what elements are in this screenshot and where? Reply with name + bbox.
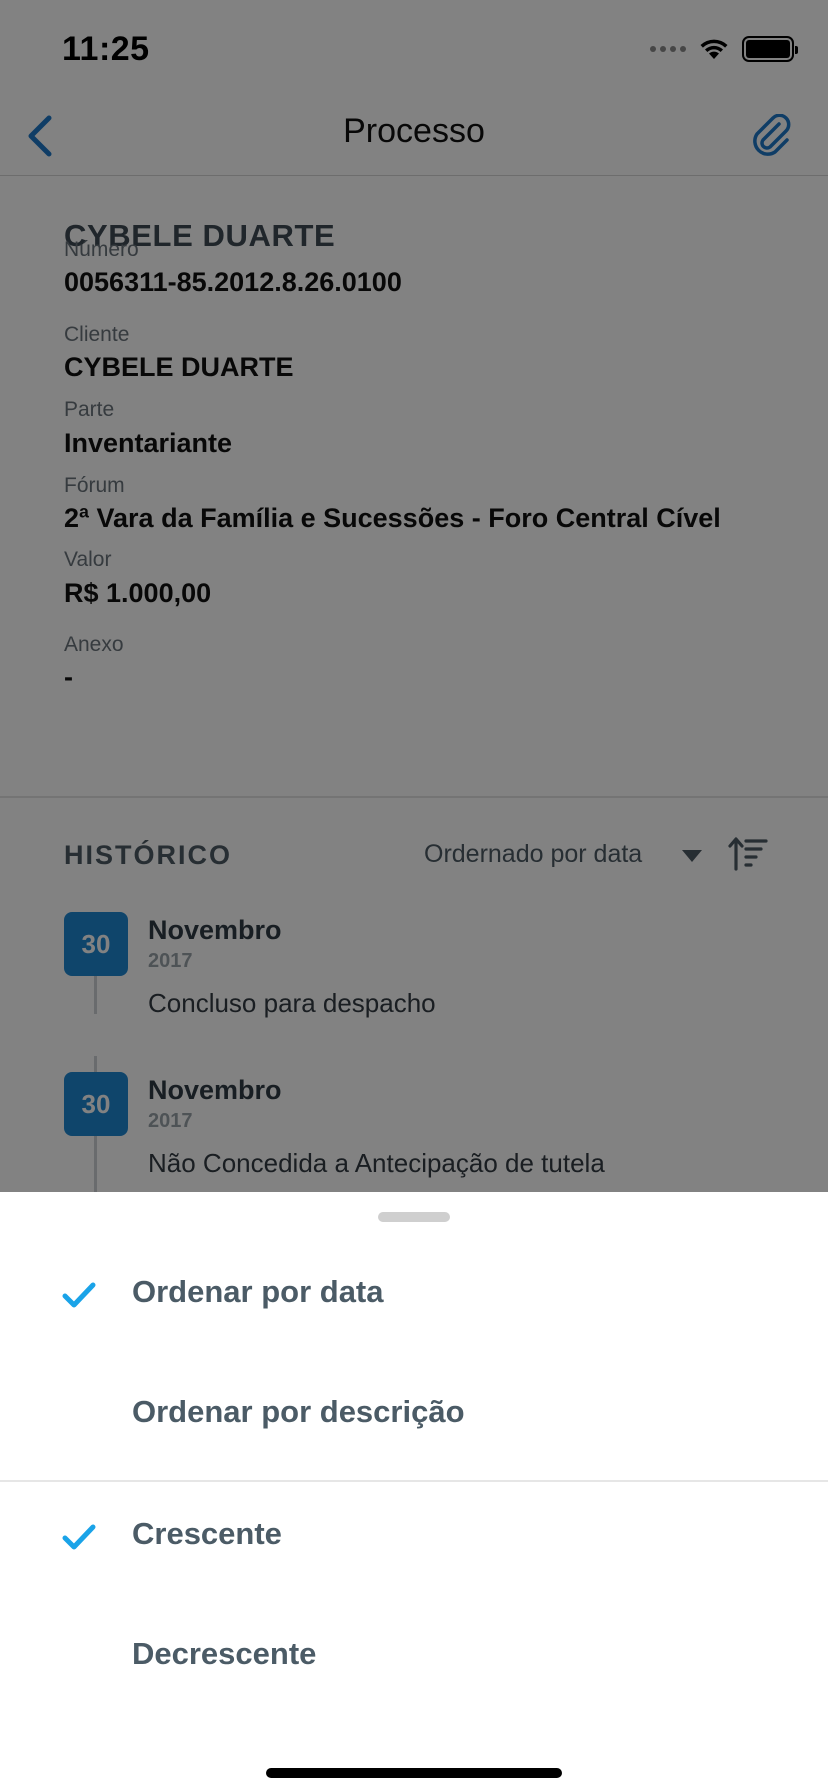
option-label: Crescente xyxy=(132,1516,282,1551)
option-label: Decrescente xyxy=(132,1636,317,1671)
process-screen: 11:25 Processo CYBELE DUARTE Número 0056… xyxy=(0,0,828,1792)
option-ascending[interactable]: Crescente xyxy=(0,1486,828,1596)
sort-bottom-sheet: Ordenar por data Ordenar por descrição C… xyxy=(0,1192,828,1792)
checkmark-icon xyxy=(62,1282,96,1308)
checkmark-icon xyxy=(62,1524,96,1550)
sheet-drag-handle[interactable] xyxy=(378,1212,450,1222)
option-sort-by-description[interactable]: Ordenar por descrição xyxy=(0,1364,828,1474)
option-descending[interactable]: Decrescente xyxy=(0,1606,828,1716)
home-indicator xyxy=(266,1768,562,1778)
option-label: Ordenar por descrição xyxy=(132,1394,465,1429)
modal-backdrop[interactable] xyxy=(0,0,828,1192)
sheet-divider xyxy=(0,1480,828,1482)
option-label: Ordenar por data xyxy=(132,1274,384,1309)
option-sort-by-date[interactable]: Ordenar por data xyxy=(0,1244,828,1354)
